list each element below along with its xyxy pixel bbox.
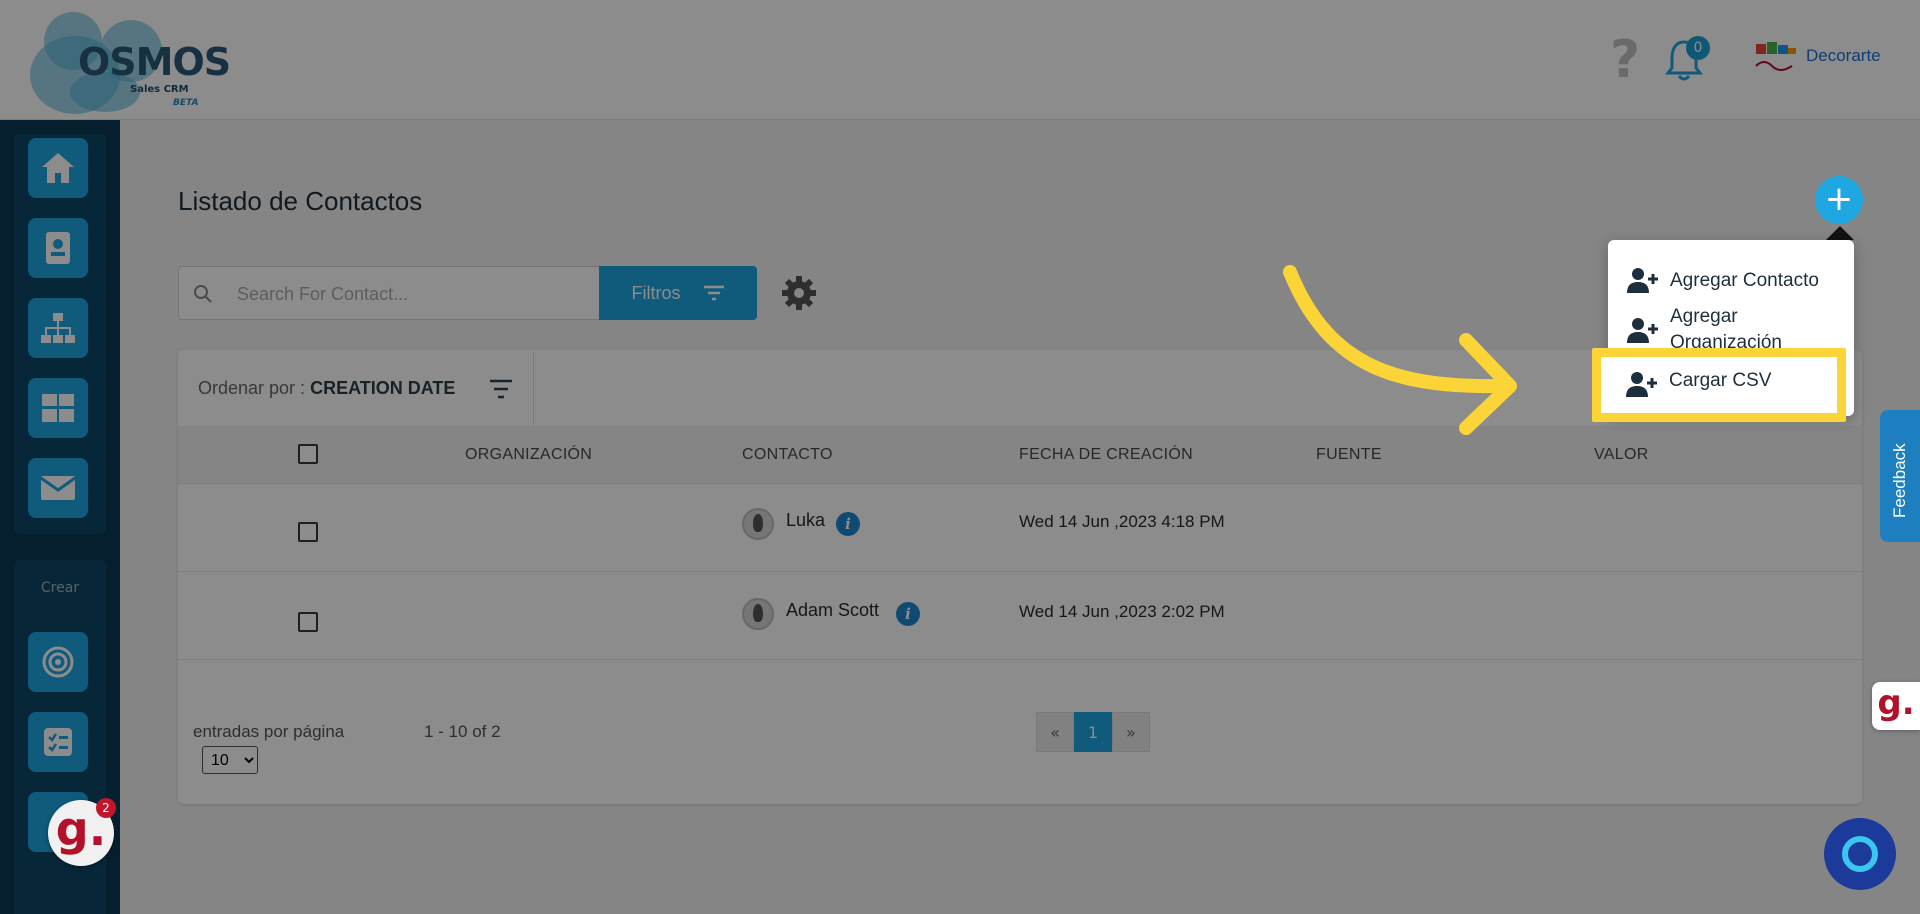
highlight-box: Cargar CSV — [1592, 348, 1846, 422]
annotation-arrow — [1283, 265, 1517, 435]
feedback-tab[interactable]: Feedback — [1880, 410, 1920, 542]
g-widget-button[interactable]: g. — [1872, 682, 1920, 730]
feedback-label: Feedback — [1890, 443, 1909, 518]
menu-caret — [1826, 226, 1854, 240]
user-plus-icon — [1627, 318, 1658, 343]
chat-bubble-icon[interactable] — [1824, 818, 1896, 890]
tutorial-overlay — [0, 0, 1920, 914]
user-plus-icon — [1627, 268, 1658, 293]
user-plus-icon — [1626, 372, 1657, 397]
g-chat-badge: 2 — [96, 798, 116, 818]
menu-item-upload-csv[interactable]: Cargar CSV — [1669, 370, 1771, 392]
add-new-button[interactable]: + — [1815, 176, 1863, 224]
menu-item-label: Agregar Contacto — [1670, 270, 1819, 291]
